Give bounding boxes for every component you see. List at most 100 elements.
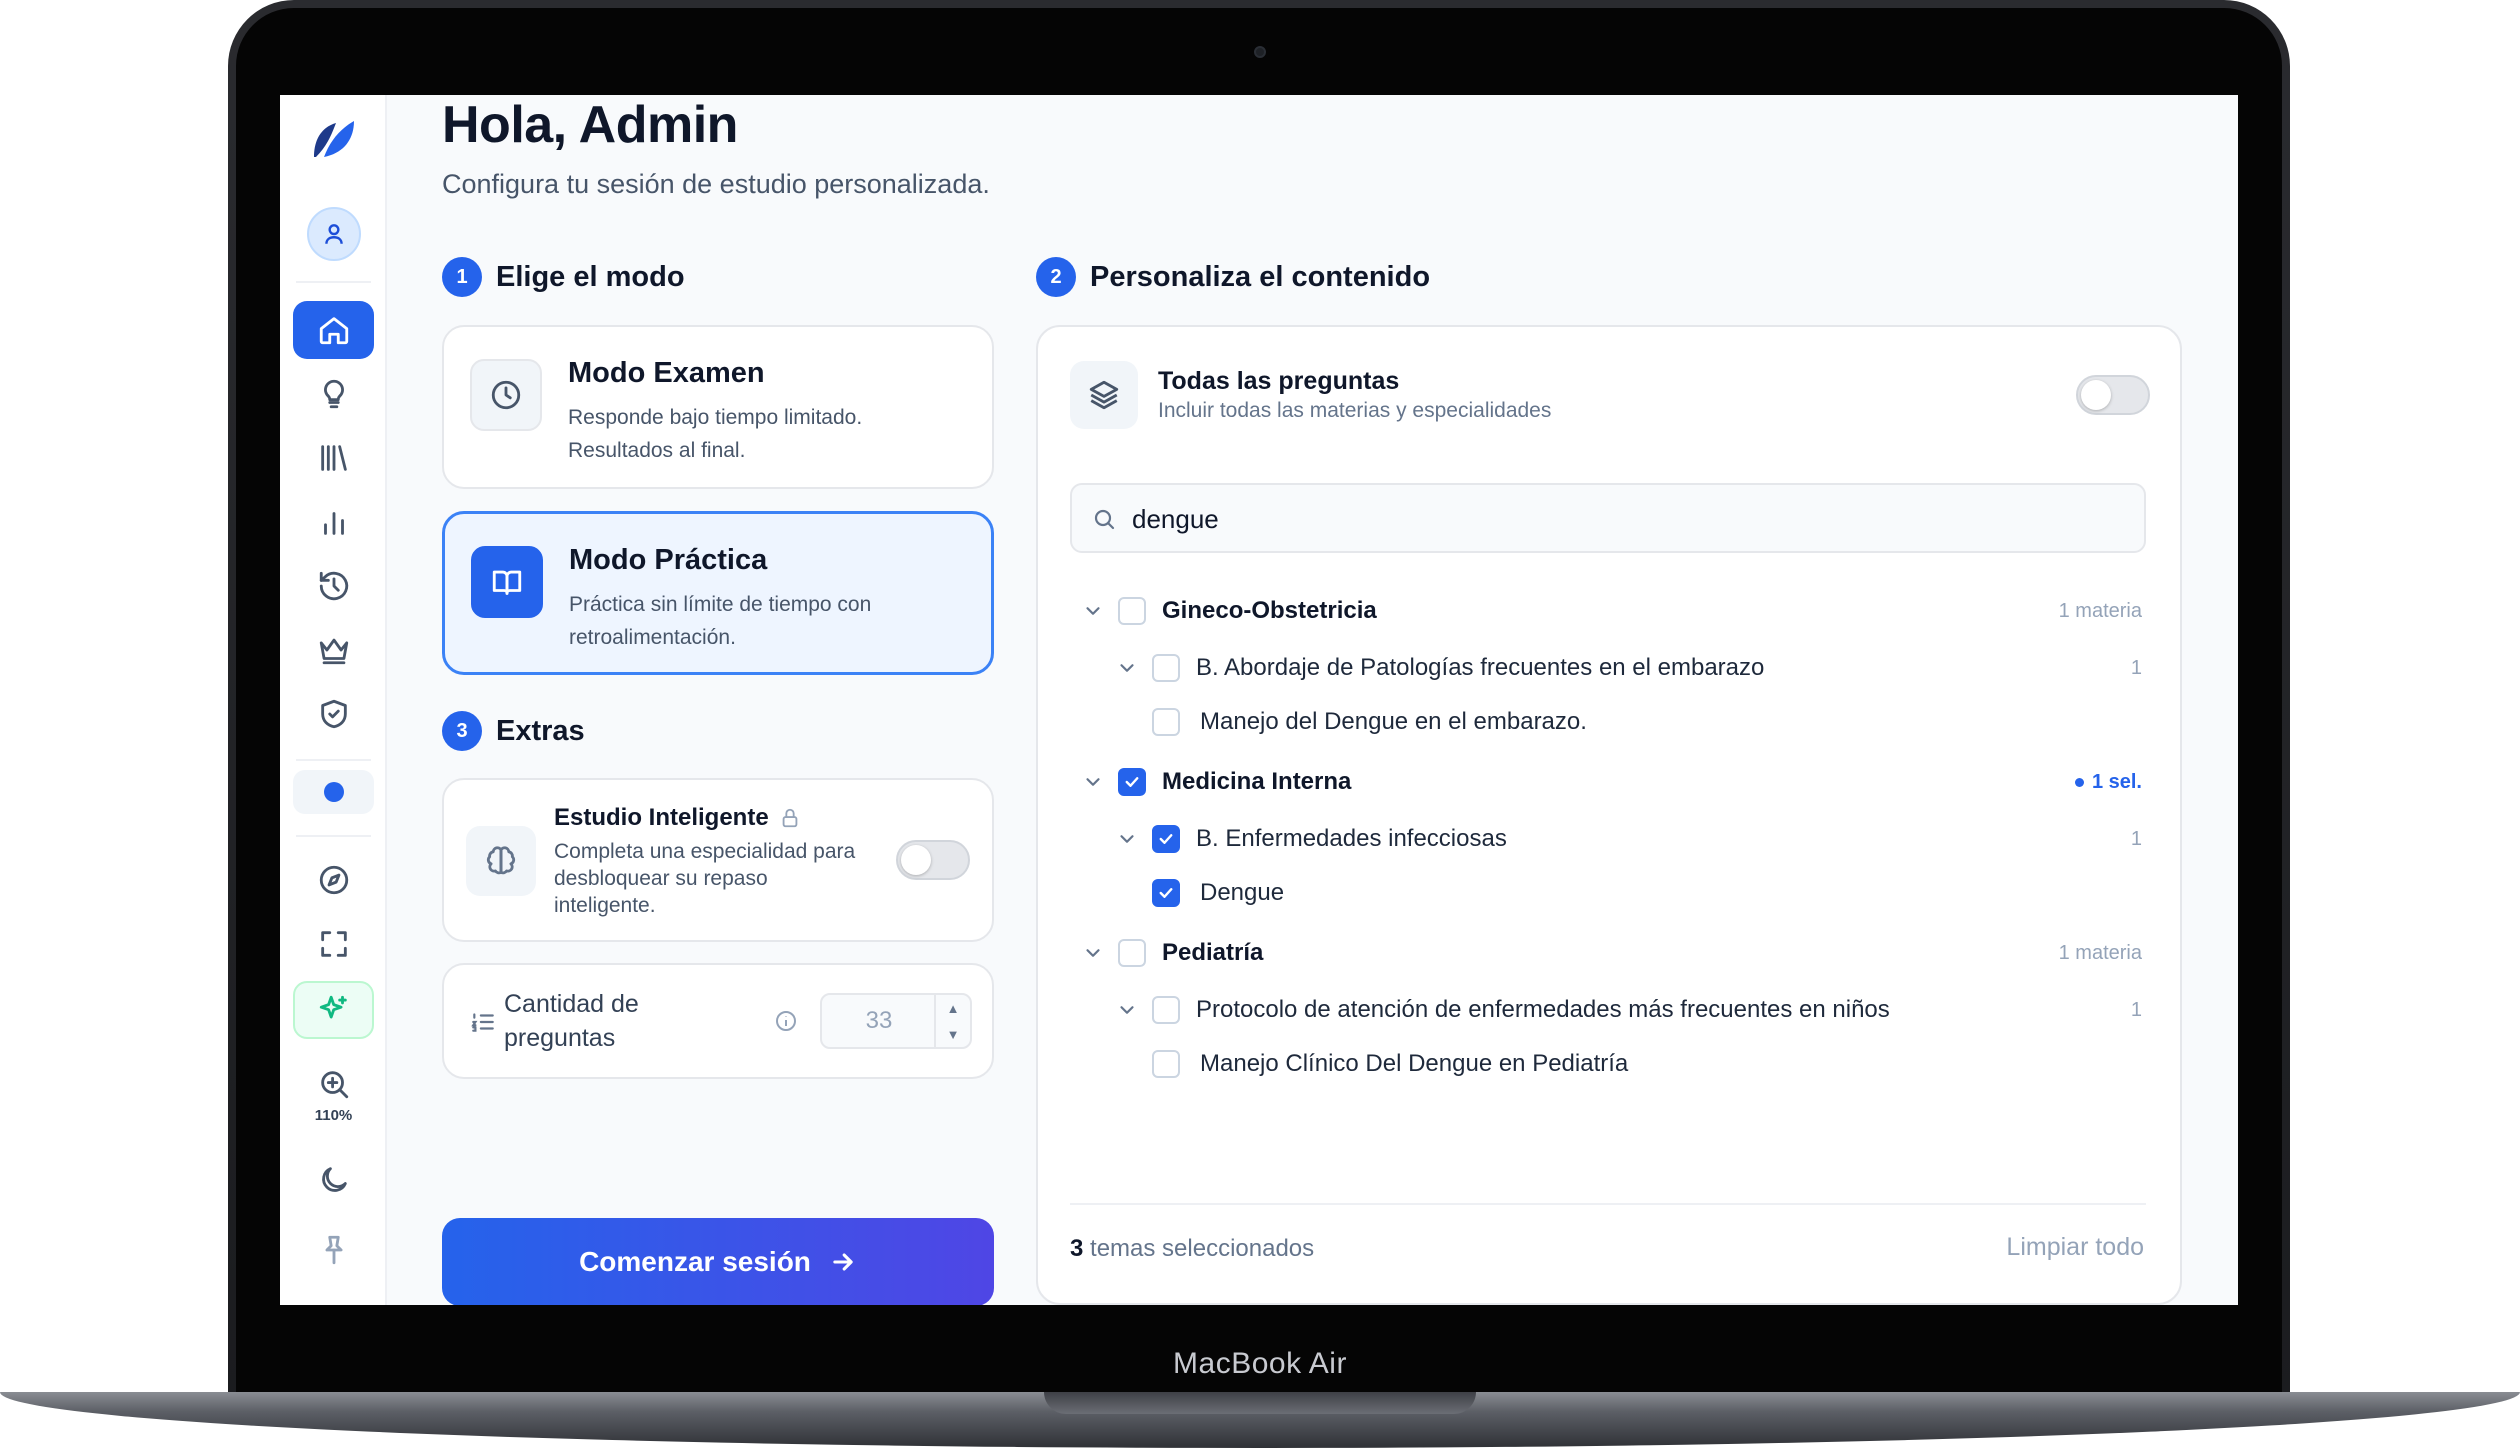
smart-study-description: Completa una especialidad para desbloque… xyxy=(554,840,856,917)
arrow-right-icon xyxy=(833,1253,853,1271)
chevron-down-icon[interactable] xyxy=(1082,942,1104,964)
smart-study-card: Estudio Inteligente Completa una especia… xyxy=(442,778,994,942)
sidebar-item-history[interactable] xyxy=(293,557,374,615)
sidebar-item-premium[interactable] xyxy=(293,621,374,679)
smart-study-label: Estudio Inteligente xyxy=(554,804,769,831)
tree-row-subject[interactable]: Protocolo de atención de enfermedades má… xyxy=(1038,986,2184,1034)
sidebar-item-ideas[interactable] xyxy=(293,365,374,423)
chevron-down-icon[interactable] xyxy=(1116,828,1138,850)
info-icon xyxy=(776,1011,796,1031)
smart-study-title: Estudio Inteligente xyxy=(554,804,801,832)
tree-row-subject[interactable]: B. Enfermedades infecciosas 1 xyxy=(1038,815,2184,863)
chevron-down-icon[interactable] xyxy=(1082,771,1104,793)
tree-row-specialty[interactable]: Gineco-Obstetricia 1 materia xyxy=(1038,587,2184,635)
search-input[interactable] xyxy=(1132,497,2112,541)
tree-row-topic[interactable]: Manejo Clínico Del Dengue en Pediatría xyxy=(1038,1040,2184,1088)
mode-title: Modo Práctica xyxy=(569,544,768,576)
sidebar-item-theme[interactable] xyxy=(293,1151,374,1209)
chevron-down-icon[interactable] xyxy=(1116,999,1138,1021)
all-questions-icon-box xyxy=(1070,361,1138,429)
pin-icon xyxy=(325,1235,342,1265)
mode-title: Modo Examen xyxy=(568,357,765,389)
tree-checkbox[interactable] xyxy=(1118,939,1146,967)
tree-row-specialty[interactable]: Medicina Interna 1 sel. xyxy=(1038,758,2184,806)
tree-row-label: B. Abordaje de Patologías frecuentes en … xyxy=(1196,654,1765,681)
tree-row-subject[interactable]: B. Abordaje de Patologías frecuentes en … xyxy=(1038,644,2184,692)
app-logo-icon[interactable] xyxy=(310,117,358,161)
layers-icon xyxy=(1089,380,1119,410)
check-icon xyxy=(1159,888,1173,898)
sidebar-item-library[interactable] xyxy=(293,429,374,487)
sidebar-item-ai[interactable] xyxy=(293,981,374,1039)
tree-row-label: Manejo Clínico Del Dengue en Pediatría xyxy=(1200,1050,1629,1077)
quantity-value[interactable]: 33 xyxy=(822,995,936,1047)
mode-description: Práctica sin límite de tiempo con retroa… xyxy=(569,593,872,649)
mode-card-practice[interactable]: Modo Práctica Práctica sin límite de tie… xyxy=(442,511,994,675)
shield-check-icon xyxy=(320,699,347,729)
tree-row-meta: 1 materia xyxy=(2058,599,2142,622)
sidebar: 110% xyxy=(280,95,387,1305)
panel-divider xyxy=(1070,1203,2146,1205)
tree-row-label: Pediatría xyxy=(1162,939,1264,966)
tree-row-meta: 1 sel. xyxy=(2075,771,2142,794)
tree-row-topic[interactable]: Manejo del Dengue en el embarazo. xyxy=(1038,698,2184,746)
step-extras-heading: 3 Extras xyxy=(442,711,585,751)
zoom-level: 110% xyxy=(314,1107,353,1124)
selected-count: 3 temas seleccionados xyxy=(1070,1235,1314,1263)
chevron-down-icon[interactable]: ▼ xyxy=(936,1021,970,1047)
sidebar-item-pin[interactable] xyxy=(293,1221,374,1279)
start-session-button[interactable]: Comenzar sesión xyxy=(442,1218,994,1305)
clear-all-button[interactable]: Limpiar todo xyxy=(2006,1233,2144,1262)
mode-icon-box xyxy=(471,546,543,618)
tree-checkbox[interactable] xyxy=(1152,996,1180,1024)
open-book-icon xyxy=(492,570,522,595)
sidebar-divider xyxy=(296,281,371,283)
sidebar-item-home[interactable] xyxy=(293,301,374,359)
all-questions-title: Todas las preguntas xyxy=(1158,367,1400,395)
tree-checkbox[interactable] xyxy=(1152,879,1180,907)
step-label: Elige el modo xyxy=(496,260,685,293)
laptop-base-notch xyxy=(1044,1392,1476,1414)
chevron-up-icon[interactable]: ▲ xyxy=(936,995,970,1021)
app-screen: 110% Hola, Admin Configura tu sesión de … xyxy=(280,95,2238,1305)
tree-row-specialty[interactable]: Pediatría 1 materia xyxy=(1038,929,2184,977)
content-panel: Todas las preguntas Incluir todas las ma… xyxy=(1036,325,2182,1305)
sidebar-item-stats[interactable] xyxy=(293,493,374,551)
user-avatar[interactable] xyxy=(307,207,361,261)
zoom-in-icon xyxy=(320,1071,348,1099)
smart-study-toggle[interactable] xyxy=(896,840,970,880)
all-questions-toggle[interactable] xyxy=(2076,375,2150,415)
step-number: 2 xyxy=(1036,257,1076,297)
status-indicator[interactable] xyxy=(293,770,374,814)
tree-row-label: Gineco-Obstetricia xyxy=(1162,597,1377,624)
tree-checkbox[interactable] xyxy=(1118,768,1146,796)
tree-row-topic[interactable]: Dengue xyxy=(1038,869,2184,917)
search-icon xyxy=(1094,509,1115,530)
question-count-card: Cantidad de preguntas 33 ▲ ▼ xyxy=(442,963,994,1079)
mode-icon-box xyxy=(470,359,542,431)
tree-checkbox[interactable] xyxy=(1152,708,1180,736)
sidebar-item-zoom[interactable] xyxy=(293,1061,374,1107)
step-mode-heading: 1 Elige el modo xyxy=(442,257,685,297)
chevron-down-icon[interactable] xyxy=(1116,657,1138,679)
tree-checkbox[interactable] xyxy=(1152,1050,1180,1078)
sidebar-item-explore[interactable] xyxy=(293,851,374,909)
library-icon xyxy=(320,445,347,471)
tree-row-label: Medicina Interna xyxy=(1162,768,1352,795)
sidebar-item-security[interactable] xyxy=(293,685,374,743)
chevron-down-icon[interactable] xyxy=(1082,600,1104,622)
sidebar-item-fullscreen[interactable] xyxy=(293,915,374,973)
history-icon xyxy=(319,571,348,601)
tree-row-label: Manejo del Dengue en el embarazo. xyxy=(1200,708,1587,735)
user-icon xyxy=(325,224,343,244)
page-subtitle: Configura tu sesión de estudio personali… xyxy=(442,169,990,199)
all-questions-description: Incluir todas las materias y especialida… xyxy=(1158,399,1552,422)
mode-card-exam[interactable]: Modo Examen Responde bajo tiempo limitad… xyxy=(442,325,994,489)
quantity-stepper[interactable]: 33 ▲ ▼ xyxy=(820,993,972,1049)
tree-checkbox[interactable] xyxy=(1118,597,1146,625)
tree-row-label: Protocolo de atención de enfermedades má… xyxy=(1196,996,1890,1023)
brain-icon xyxy=(486,846,516,875)
tree-checkbox[interactable] xyxy=(1152,654,1180,682)
sidebar-divider xyxy=(296,835,371,837)
tree-checkbox[interactable] xyxy=(1152,825,1180,853)
